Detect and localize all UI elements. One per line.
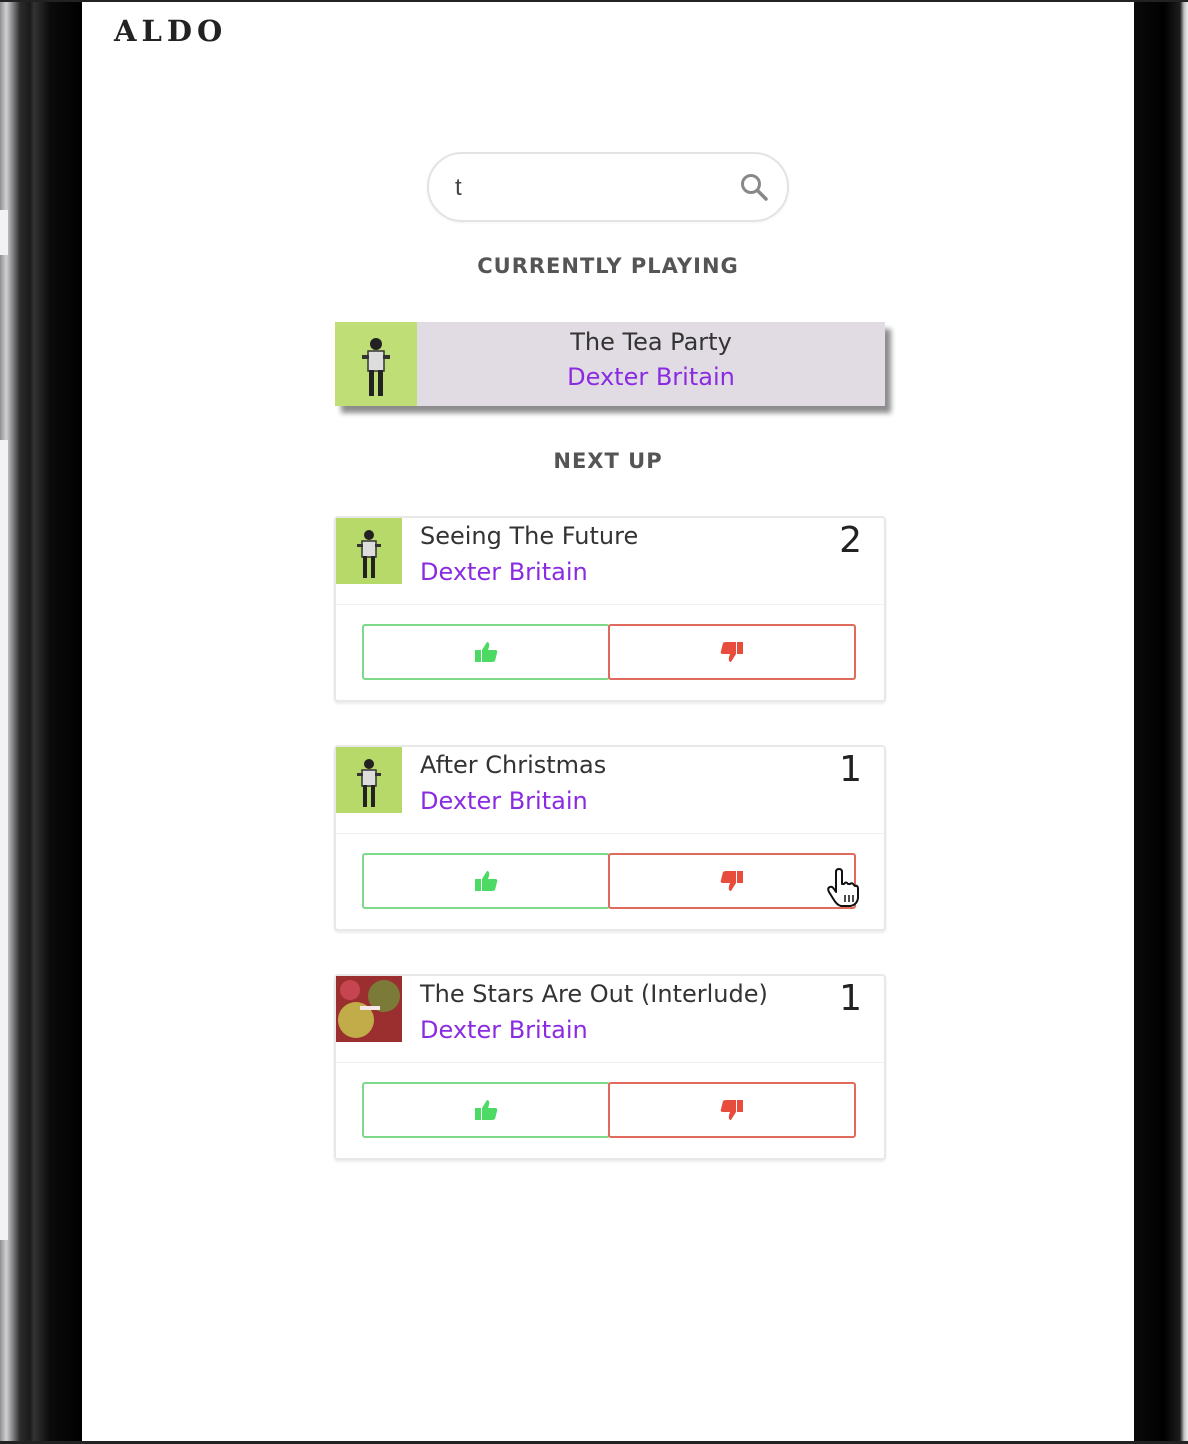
song-title: After Christmas (420, 751, 607, 779)
vote-count: 2 (839, 520, 862, 561)
card-divider (336, 833, 884, 834)
album-art (336, 976, 402, 1042)
upvote-button[interactable] (362, 1082, 610, 1138)
vote-count: 1 (839, 749, 862, 790)
thumbs-down-icon (720, 642, 743, 662)
search-bar (427, 152, 789, 222)
thumbs-up-icon (475, 642, 498, 662)
song-title: Seeing The Future (420, 522, 639, 550)
search-input[interactable] (453, 168, 727, 208)
hand-pointer-icon (827, 868, 859, 907)
search-icon[interactable] (739, 172, 769, 202)
song-artist[interactable]: Dexter Britain (420, 787, 588, 815)
queue-item: After Christmas Dexter Britain 1 (334, 745, 886, 931)
now-playing-title: The Tea Party (570, 328, 732, 356)
downvote-button[interactable] (608, 1082, 856, 1138)
thumbs-down-icon (720, 1100, 743, 1120)
upvote-button[interactable] (362, 624, 610, 680)
device-frame-left (0, 0, 82, 1444)
album-art (336, 747, 402, 813)
thumbs-up-icon (475, 871, 498, 891)
next-up-heading: NEXT UP (553, 449, 663, 473)
song-artist[interactable]: Dexter Britain (420, 558, 588, 586)
downvote-button[interactable] (608, 624, 856, 680)
device-frame-right (1134, 0, 1188, 1444)
downvote-button[interactable] (608, 853, 856, 909)
song-title: The Stars Are Out (Interlude) (420, 980, 768, 1008)
thumbs-down-icon (720, 871, 743, 891)
song-artist[interactable]: Dexter Britain (420, 1016, 588, 1044)
currently-playing-heading: CURRENTLY PLAYING (477, 254, 739, 278)
app-logo[interactable]: ALDO (114, 14, 227, 48)
queue-item: The Stars Are Out (Interlude) Dexter Bri… (334, 974, 886, 1160)
vote-count: 1 (839, 978, 862, 1019)
queue-item: Seeing The Future Dexter Britain 2 (334, 516, 886, 702)
upvote-button[interactable] (362, 853, 610, 909)
now-playing-artist[interactable]: Dexter Britain (417, 363, 885, 391)
thumbs-up-icon (475, 1100, 498, 1120)
frame-edge-strip (0, 440, 8, 1240)
now-playing-card: The Tea Party Dexter Britain (335, 322, 885, 406)
album-art (335, 322, 417, 406)
app-screen: ALDO CURRENTLY PLAYING The Tea Party Dex… (82, 2, 1134, 1441)
card-divider (336, 604, 884, 605)
card-divider (336, 1062, 884, 1063)
album-art (336, 518, 402, 584)
frame-edge-strip (0, 210, 8, 255)
